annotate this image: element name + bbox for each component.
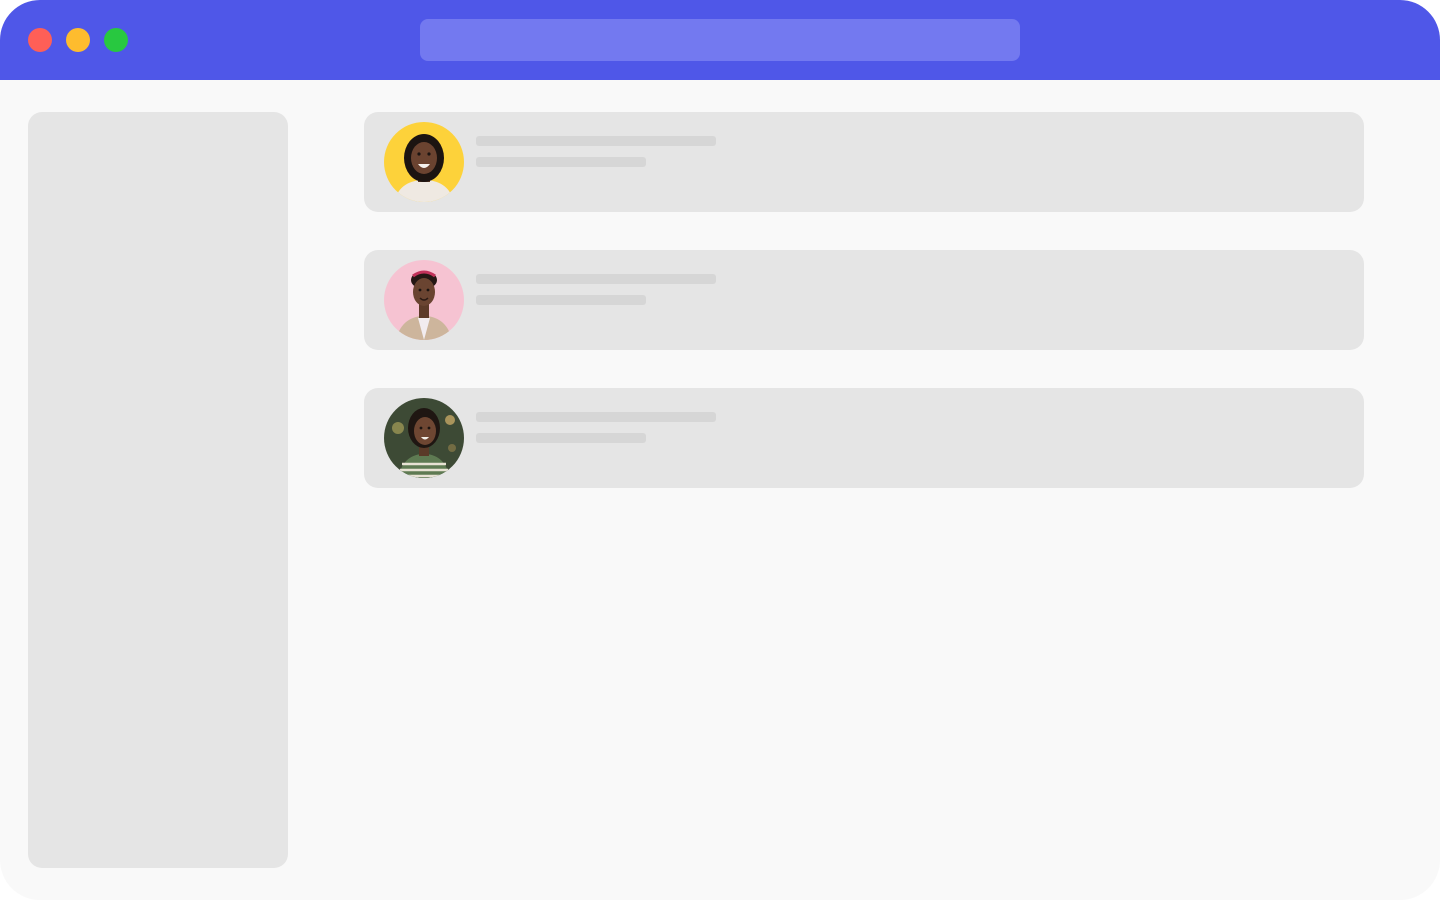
avatar[interactable] (384, 398, 464, 478)
list-item[interactable] (364, 388, 1364, 488)
title-bar (0, 0, 1440, 80)
subtitle-line-placeholder (476, 433, 646, 443)
address-bar[interactable] (420, 19, 1020, 61)
title-line-placeholder (476, 412, 716, 422)
avatar[interactable] (384, 260, 464, 340)
avatar[interactable] (384, 122, 464, 202)
avatar-photo-yellow-background (384, 122, 464, 202)
subtitle-line-placeholder (476, 295, 646, 305)
browser-window (0, 0, 1440, 900)
avatar-photo-outdoor-background (384, 398, 464, 478)
close-window-button[interactable] (28, 28, 52, 52)
sidebar-placeholder (28, 112, 288, 868)
minimize-window-button[interactable] (66, 28, 90, 52)
list-item[interactable] (364, 250, 1364, 350)
avatar-photo-pink-background (384, 260, 464, 340)
zoom-window-button[interactable] (104, 28, 128, 52)
title-line-placeholder (476, 136, 716, 146)
subtitle-line-placeholder (476, 157, 646, 167)
list-item[interactable] (364, 112, 1364, 212)
title-line-placeholder (476, 274, 716, 284)
